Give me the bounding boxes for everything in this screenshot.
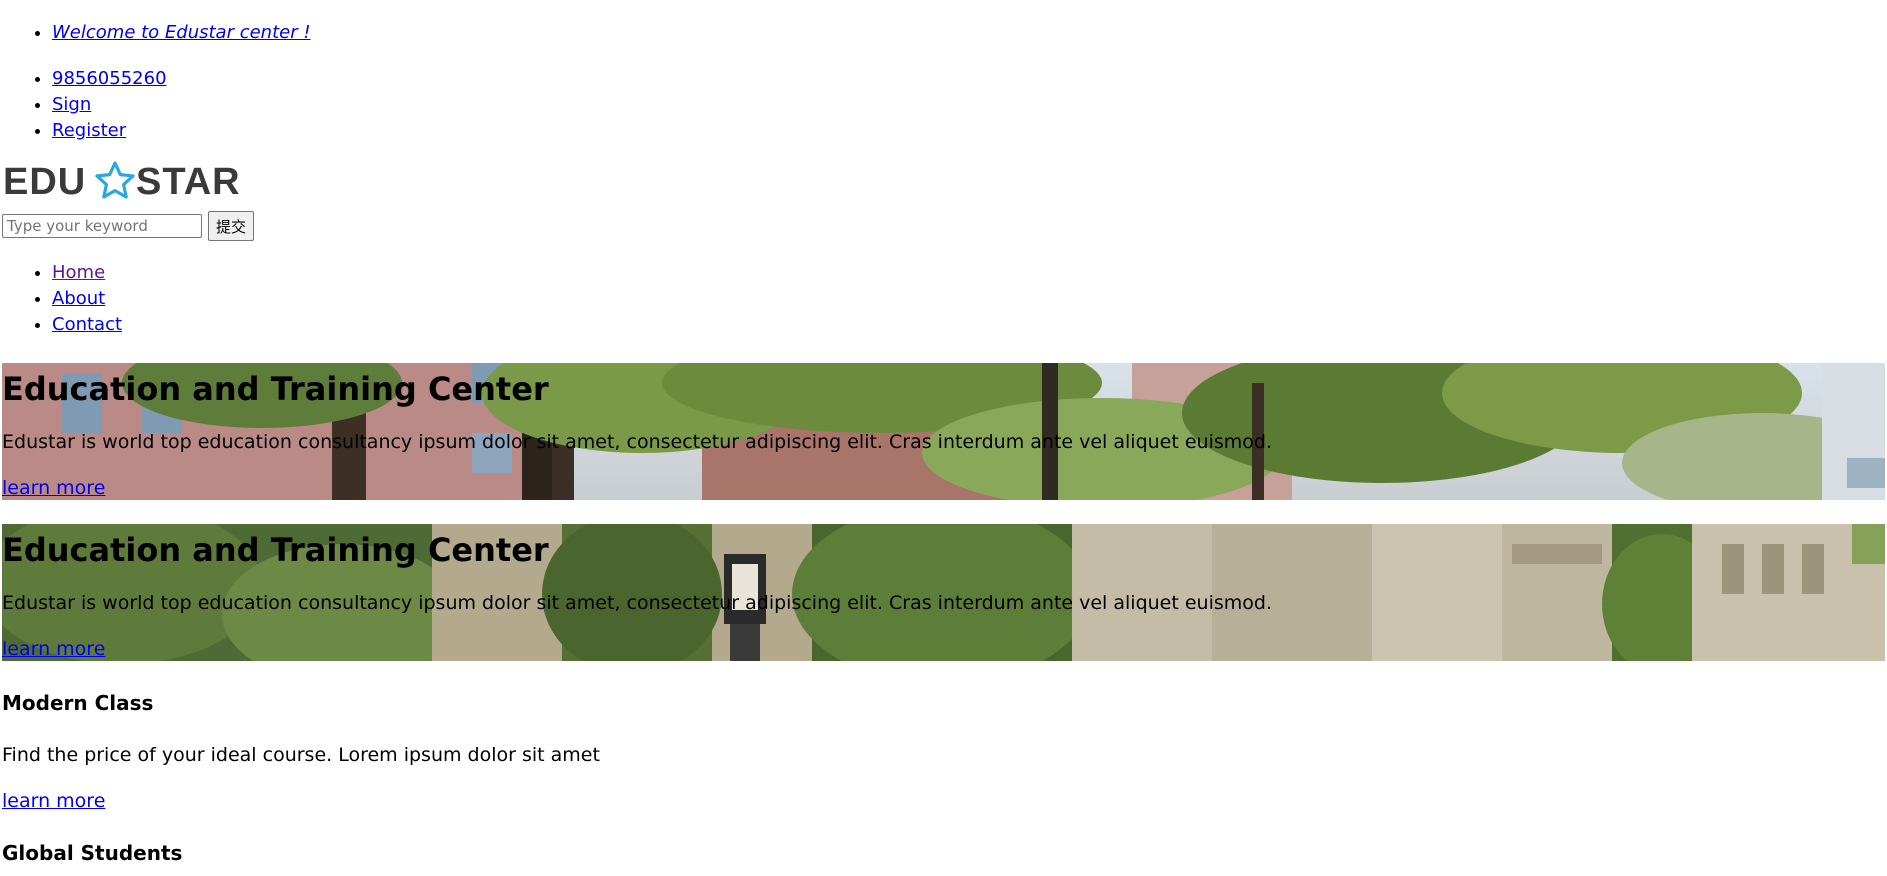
hero-slide: Education and Training Center Edustar is… <box>2 524 1885 661</box>
welcome-link[interactable]: Welcome to Edustar center ! <box>52 22 311 43</box>
hero-slide-title: Education and Training Center <box>2 370 549 408</box>
sign-link[interactable]: Sign <box>52 94 91 115</box>
nav-item-contact: Contact <box>52 312 122 338</box>
search-submit-button[interactable]: 提交 <box>208 211 255 241</box>
search-input[interactable] <box>2 214 202 238</box>
contact-list: 9856055260 Sign Register <box>0 66 167 144</box>
feature-title: Modern Class <box>2 691 154 715</box>
svg-text:EDU: EDU <box>3 161 86 200</box>
main-nav: Home About Contact <box>0 260 122 338</box>
welcome-list: Welcome to Edustar center ! <box>0 20 311 46</box>
sign-item: Sign <box>52 92 167 118</box>
edustar-logo[interactable]: EDU STAR <box>3 160 239 200</box>
hero-slide: Education and Training Center Edustar is… <box>2 363 1885 500</box>
hero-slide-text: Edustar is world top education consultan… <box>2 431 1272 453</box>
nav-link-home[interactable]: Home <box>52 262 105 283</box>
hero-slide-title: Education and Training Center <box>2 531 549 569</box>
hero-slide-text: Edustar is world top education consultan… <box>2 592 1272 614</box>
register-link[interactable]: Register <box>52 120 126 141</box>
hero-slide-learn-more-link[interactable]: learn more <box>2 475 105 500</box>
hero-slide-learn-more-link[interactable]: learn more <box>2 636 105 661</box>
search-form: 提交 <box>2 211 255 241</box>
nav-item-about: About <box>52 286 122 312</box>
nav-item-home: Home <box>52 260 122 286</box>
welcome-item: Welcome to Edustar center ! <box>52 20 311 46</box>
feature-learn-more-link[interactable]: learn more <box>2 788 105 814</box>
phone-item: 9856055260 <box>52 66 167 92</box>
hero-slide-content: Education and Training Center Edustar is… <box>2 524 1885 661</box>
svg-text:STAR: STAR <box>136 161 239 200</box>
star-icon <box>95 161 135 199</box>
nav-link-contact[interactable]: Contact <box>52 314 122 335</box>
phone-link[interactable]: 9856055260 <box>52 68 167 89</box>
nav-link-about[interactable]: About <box>52 288 105 309</box>
edustar-logo-image: EDU STAR <box>3 161 239 200</box>
register-item: Register <box>52 118 167 144</box>
feature-title: Global Students <box>2 841 183 865</box>
feature-text: Find the price of your ideal course. Lor… <box>2 744 600 766</box>
hero-slide-content: Education and Training Center Edustar is… <box>2 363 1885 500</box>
